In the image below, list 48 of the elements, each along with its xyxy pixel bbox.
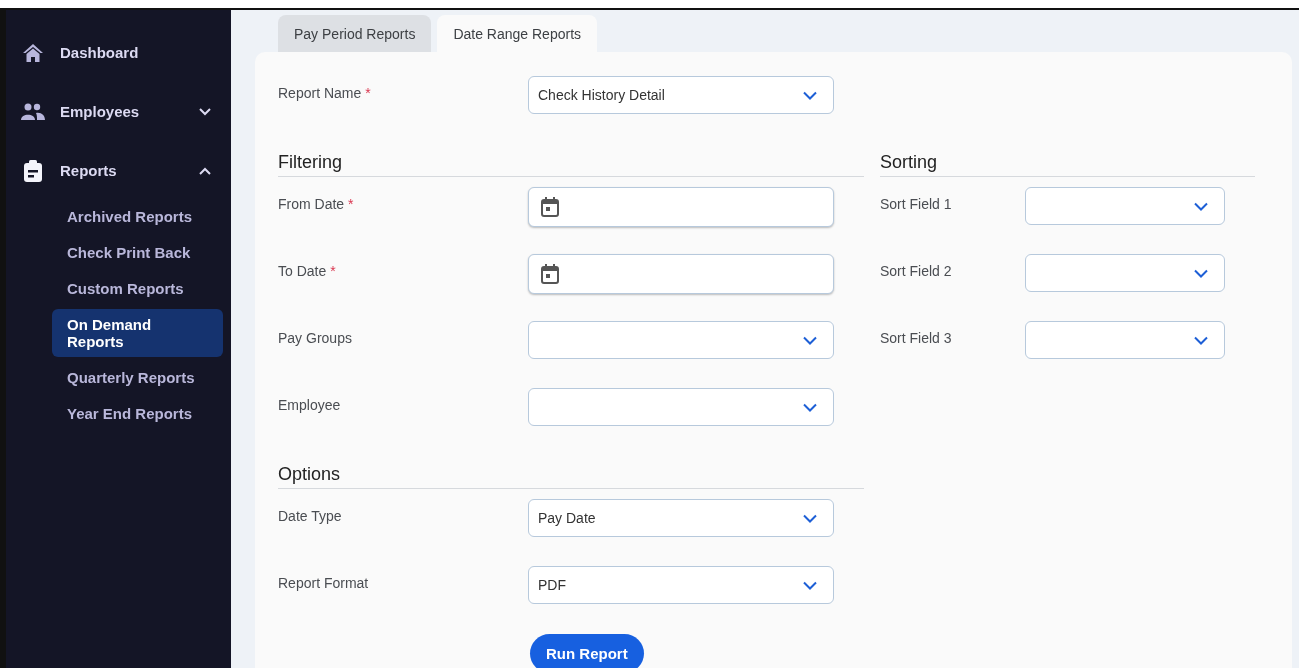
field-label: Date Type [278,507,343,524]
chevron-down-icon [1194,268,1208,278]
field-label: Sort Field 3 [880,329,953,346]
home-icon [22,42,44,63]
clipboard-icon [24,159,42,182]
tab[interactable]: Date Range Reports [437,15,598,52]
field-label: Sort Field 1 [880,195,953,212]
calendar-icon [541,197,559,217]
select-field[interactable] [528,388,834,426]
nav-subitem[interactable]: Custom Reports [52,280,223,297]
nav-subitem[interactable]: On Demand Reports [52,309,223,357]
section-heading: Sorting [880,152,1255,177]
select-field[interactable] [528,321,834,359]
field-label: Report Format [278,574,370,591]
nav-subitem[interactable]: Quarterly Reports [52,369,223,386]
chevron-down-icon [1194,335,1208,345]
select-field[interactable]: Pay Date [528,499,834,537]
chevron-down-icon [803,90,817,100]
nav-item[interactable]: Employees [6,82,231,141]
select-field[interactable]: Check History Detail [528,76,834,114]
chevron-down-icon [1194,201,1208,211]
select-field[interactable] [1025,187,1225,225]
chevron-down-icon [803,580,817,590]
run-report-button[interactable]: Run Report [530,634,644,668]
select-field[interactable] [1025,321,1225,359]
nav-item[interactable]: Reports [6,141,231,200]
section-heading: Filtering [278,152,864,177]
nav-item[interactable]: Dashboard [6,23,231,82]
chevron-down-icon [803,513,817,523]
field-label: Pay Groups [278,329,353,346]
chevron-down-icon [803,402,817,412]
chevron-down-icon [803,335,817,345]
date-field[interactable] [528,254,834,294]
people-icon [21,102,45,121]
tab[interactable]: Pay Period Reports [278,15,432,52]
section-heading: Options [278,464,864,489]
calendar-icon [541,264,559,284]
nav-subitem[interactable]: Archived Reports [52,208,223,225]
field-label: Employee [278,396,342,413]
field-label: To Date * [278,262,337,279]
field-label: Report Name * [278,84,372,101]
field-label: From Date * [278,195,355,212]
nav-subitem[interactable]: Year End Reports [52,405,223,422]
select-field[interactable]: PDF [528,566,834,604]
select-field[interactable] [1025,254,1225,292]
field-label: Sort Field 2 [880,262,953,279]
date-field[interactable] [528,187,834,227]
nav-subitem[interactable]: Check Print Back [52,244,223,261]
